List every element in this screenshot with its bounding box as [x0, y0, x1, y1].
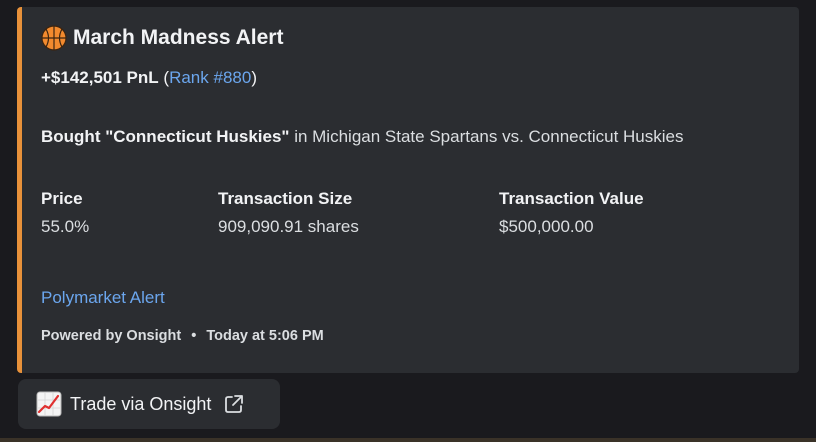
rank-close-paren: ) — [251, 68, 257, 87]
field-value: 55.0% — [41, 217, 90, 236]
pnl-line: +$142,501 PnL (Rank #880) — [41, 68, 257, 88]
basketball-icon — [41, 25, 67, 51]
next-message-edge — [0, 438, 816, 442]
external-link-icon — [225, 395, 244, 413]
chart-increasing-icon — [36, 391, 62, 417]
pnl-value: +$142,501 PnL — [41, 68, 159, 87]
embed-footer: Powered by Onsight • Today at 5:06 PM — [41, 328, 324, 344]
trade-description-rest: in Michigan State Spartans vs. Connectic… — [289, 127, 684, 146]
field-name: Price — [41, 189, 83, 208]
embed-title: March Madness Alert — [41, 25, 283, 51]
footer-powered-by: Powered by Onsight — [41, 328, 182, 344]
polymarket-alert-link[interactable]: Polymarket Alert — [41, 288, 165, 308]
field-value: $500,000.00 — [499, 217, 594, 236]
embed-title-text: March Madness Alert — [73, 26, 284, 49]
embed-accent-bar — [17, 7, 22, 373]
alert-embed: March Madness Alert +$142,501 PnL (Rank … — [17, 7, 799, 373]
field-transaction-size: Transaction Size 909,090.91 shares — [218, 189, 359, 237]
trade-description: Bought "Connecticut Huskies" in Michigan… — [41, 124, 731, 150]
trade-via-onsight-button[interactable]: Trade via Onsight — [18, 379, 280, 429]
field-price: Price 55.0% — [41, 189, 89, 237]
field-name: Transaction Size — [218, 189, 353, 208]
footer-timestamp: Today at 5:06 PM — [206, 328, 324, 344]
rank-link[interactable]: Rank #880 — [169, 68, 251, 87]
trade-description-bold: Bought "Connecticut Huskies" — [41, 127, 290, 146]
field-value: 909,090.91 shares — [218, 217, 359, 236]
field-transaction-value: Transaction Value $500,000.00 — [499, 189, 644, 237]
footer-separator: • — [191, 328, 197, 344]
trade-button-label: Trade via Onsight — [70, 393, 212, 414]
field-name: Transaction Value — [499, 189, 644, 208]
